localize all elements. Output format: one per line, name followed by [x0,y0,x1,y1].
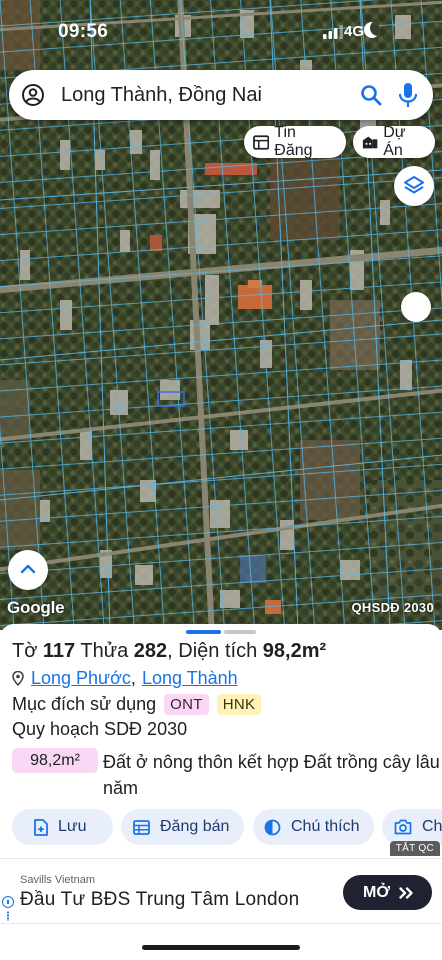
home-indicator[interactable] [142,945,300,950]
listing-chip-label: Tin Đăng [274,124,313,159]
plot-label: Thửa [80,640,129,662]
area-value: 98,2m² [262,640,327,662]
contrast-icon [264,819,281,835]
moon-icon [364,22,380,38]
map-handle[interactable] [401,292,431,322]
sheet-label: Tờ [12,640,38,662]
purpose-tag-ont[interactable]: ONT [164,694,209,715]
plan-area-badge: 98,2m² [12,748,98,773]
save-label: Lưu [58,818,87,835]
search-bar[interactable]: Long Thành, Đồng Nai [9,70,433,120]
ad-open-label: MỞ [363,883,390,901]
plan-description: Đất ở nông thôn kết hợp Đất trồng cây lâ… [103,752,440,798]
account-icon[interactable] [21,83,45,107]
parcel-location: Long Phước, Long Thành [12,668,238,689]
satellite-map[interactable]: 09:56 4G Long Thành, Đồng Nai Tin Đăng D… [0,0,442,630]
google-attribution: Google [7,598,65,617]
close-ad-button[interactable]: TẮT QC [389,841,440,856]
post-sale-label: Đăng bán [160,818,230,835]
land-use-purpose: Mục đích sử dụng ONT HNK [12,694,262,715]
building-icon [362,136,378,149]
page-indicator-inactive [224,630,256,634]
purpose-label: Mục đích sử dụng [12,694,157,714]
project-chip[interactable]: Dự Án [353,124,435,159]
legend-label: Chú thích [291,818,360,835]
page-indicator[interactable] [186,630,256,634]
ad-brand: Savills Vietnam [20,874,95,886]
legend-button[interactable]: Chú thích [253,809,374,845]
collapse-button[interactable] [8,550,48,590]
network-type: 4G [343,23,364,40]
ad-title[interactable]: Đầu Tư BĐS Trung Tâm London [20,889,299,911]
capture-label: Ch [422,818,442,835]
info-icon[interactable] [2,896,14,908]
search-icon[interactable] [359,83,383,107]
listing-icon [253,134,270,150]
plan-label: Quy hoạch SDĐ 2030 [12,719,188,739]
ward-link[interactable]: Long Phước [31,668,131,689]
table-icon [133,819,150,835]
sheet-number: 117 [42,640,76,662]
purpose-tag-hnk[interactable]: HNK [216,694,262,715]
mic-icon[interactable] [397,82,419,108]
status-bar: 09:56 4G [0,0,442,50]
signal-icon [323,25,343,39]
project-chip-label: Dự Án [383,124,406,159]
add-file-icon [34,818,48,836]
search-input[interactable]: Long Thành, Đồng Nai [61,84,262,107]
area-label: , Diện tích [167,640,258,662]
map-layer-badge: QHSDĐ 2030 [351,600,434,615]
plot-number: 282 [133,640,168,662]
camera-icon [394,819,412,835]
ad-banner[interactable]: Savills Vietnam Đầu Tư BĐS Trung Tâm Lon… [0,858,442,924]
layers-button[interactable] [394,166,434,206]
location-pin-icon [12,671,24,686]
double-chevron-icon [399,886,413,899]
page-indicator-active [186,630,221,634]
more-icon[interactable] [7,911,9,921]
post-sale-button[interactable]: Đăng bán [121,809,244,845]
layers-icon [404,176,424,194]
status-time: 09:56 [58,21,109,42]
parcel-info-sheet: Tờ 117 Thửa 282, Diện tích 98,2m² Long P… [0,624,442,960]
save-button[interactable]: Lưu [12,809,113,845]
chevron-up-icon [20,564,36,574]
ad-open-button[interactable]: MỞ [343,875,432,910]
action-bar: Lưu Đăng bán Chú thích Ch [12,809,442,845]
capture-button[interactable]: Ch [382,809,442,845]
parcel-title: Tờ 117 Thửa 282, Diện tích 98,2m² [12,640,326,663]
district-link[interactable]: Long Thành [142,668,238,689]
listing-chip[interactable]: Tin Đăng [244,124,346,159]
